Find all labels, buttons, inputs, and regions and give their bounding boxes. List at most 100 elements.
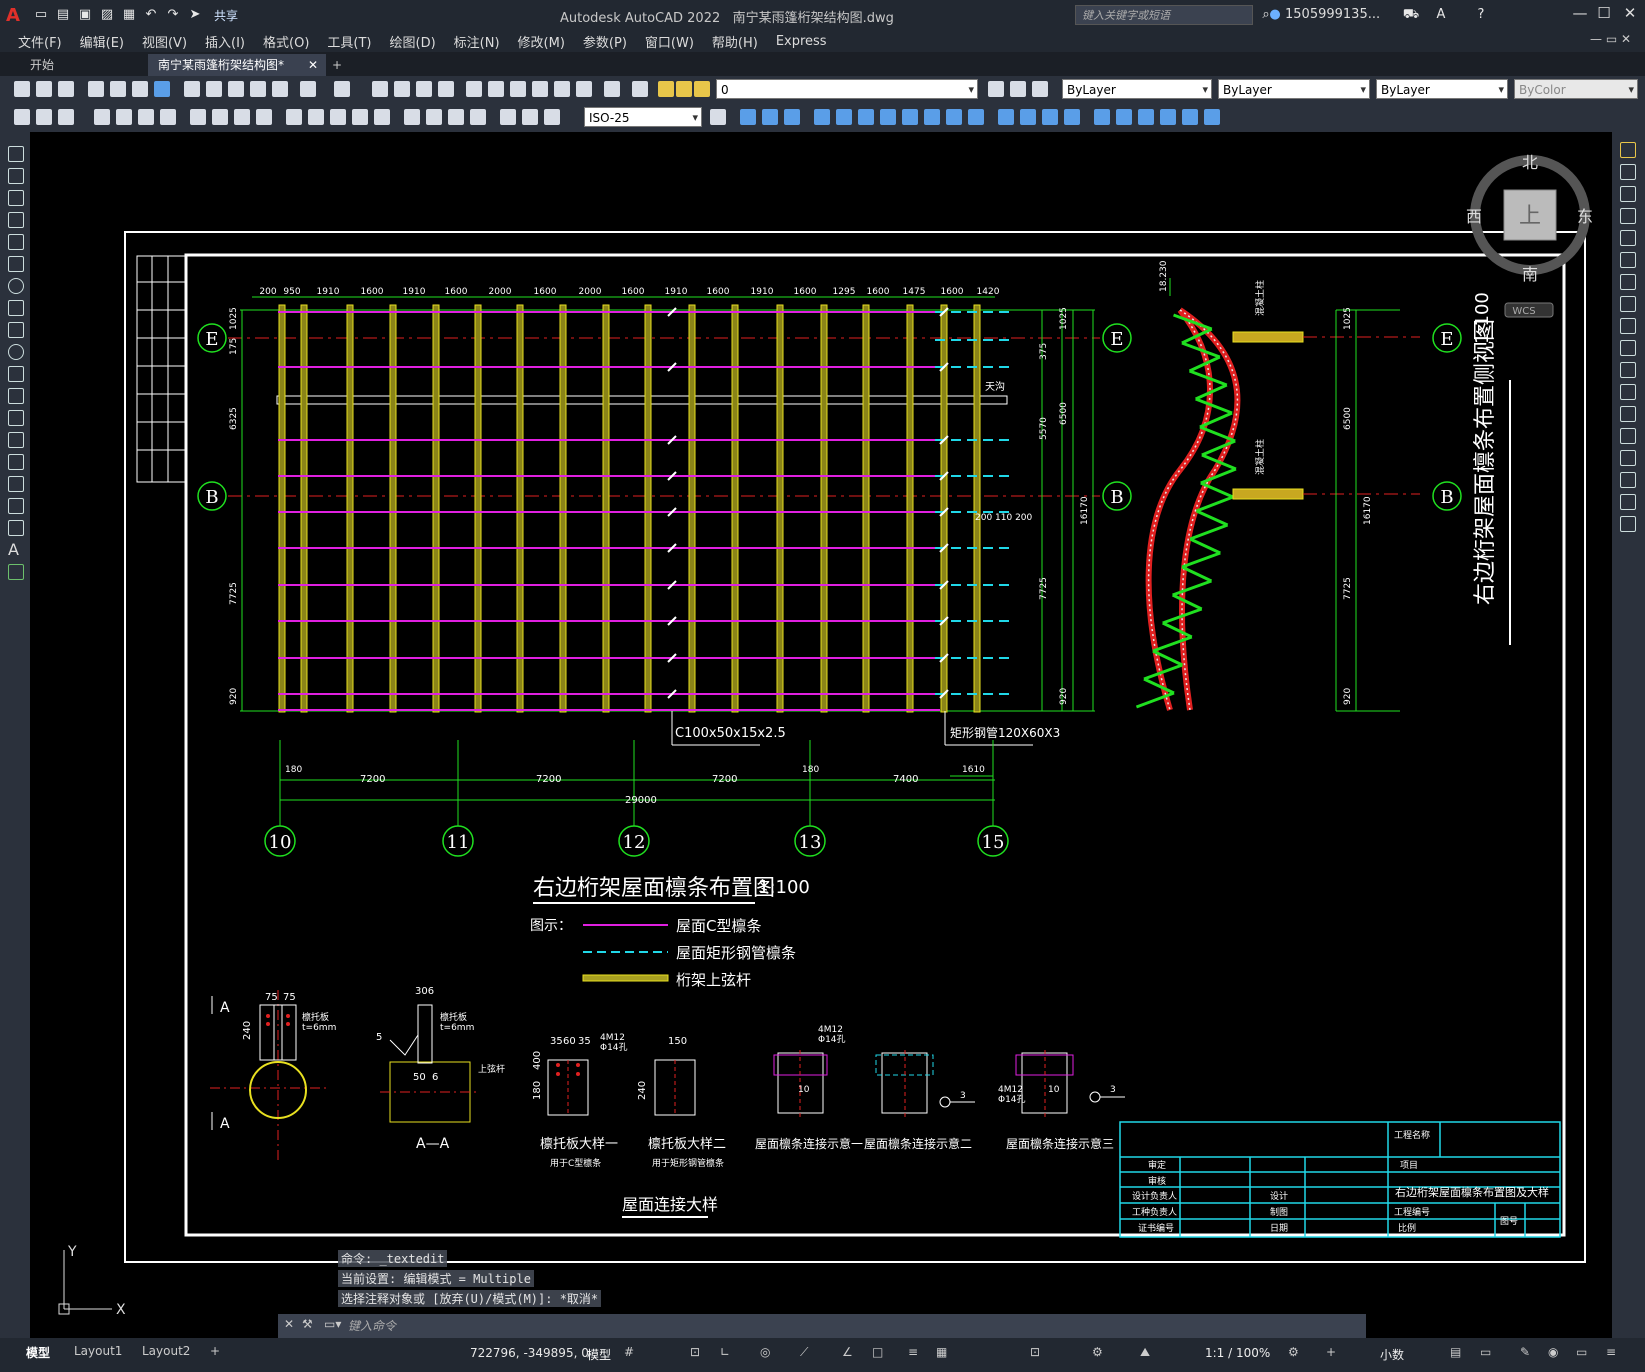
dim-space-icon[interactable] [352, 109, 368, 125]
tab-model[interactable]: 模型 [26, 1344, 50, 1361]
lengthen-icon[interactable] [1204, 109, 1220, 125]
explode-icon[interactable] [1620, 516, 1636, 532]
trim-icon[interactable] [1620, 340, 1636, 356]
center-mark-icon[interactable] [426, 109, 442, 125]
object-snap-track-icon[interactable]: ∠ [842, 1345, 853, 1359]
publish-icon[interactable] [132, 81, 148, 97]
break-icon[interactable] [998, 109, 1014, 125]
stretch-icon[interactable] [924, 109, 940, 125]
copy-icon[interactable] [1620, 164, 1636, 180]
sun-icon[interactable] [676, 81, 692, 97]
viewcube-south[interactable]: 南 [1522, 265, 1538, 284]
zoom-previous-icon[interactable] [438, 81, 454, 97]
rectangle-icon[interactable] [8, 234, 24, 250]
gradient-icon[interactable] [8, 476, 24, 492]
menu-view[interactable]: 视图(V) [142, 32, 187, 51]
hatch-icon[interactable] [8, 454, 24, 470]
lock-icon[interactable] [694, 81, 710, 97]
menu-window[interactable]: 窗口(W) [645, 32, 694, 51]
menu-parametric[interactable]: 参数(P) [583, 32, 627, 51]
region-icon[interactable] [8, 498, 24, 514]
plotstyle-dropdown[interactable]: ByColor [1514, 79, 1638, 100]
insert-block-icon[interactable] [8, 388, 24, 404]
quick-properties-icon[interactable]: ▤ [1450, 1345, 1461, 1359]
plot-icon[interactable] [88, 81, 104, 97]
tool-palettes-icon[interactable] [510, 81, 526, 97]
trim-icon[interactable] [946, 109, 962, 125]
dim-edit-icon[interactable] [500, 109, 516, 125]
table-icon[interactable] [8, 520, 24, 536]
close-command-icon[interactable]: ✕ [284, 1317, 294, 1331]
match-properties-icon[interactable] [250, 81, 266, 97]
plus-icon[interactable]: + [1326, 1345, 1336, 1359]
zoom-realtime-icon[interactable] [394, 81, 410, 97]
erase-icon[interactable] [1620, 142, 1636, 158]
maximize-button[interactable]: ☐ [1592, 4, 1616, 22]
break-point-icon[interactable] [1620, 384, 1636, 400]
jogged-dim-icon[interactable] [212, 109, 228, 125]
web-icon[interactable] [154, 81, 170, 97]
join-icon[interactable] [1020, 109, 1036, 125]
scale-icon[interactable] [1620, 296, 1636, 312]
cart-icon[interactable]: ⛟ [1402, 6, 1420, 24]
command-input[interactable]: 键入命令 [348, 1317, 396, 1334]
settings-icon[interactable]: ⚙ [1288, 1345, 1299, 1359]
object-snap-icon[interactable]: □ [872, 1345, 883, 1359]
linetype-dropdown[interactable]: ByLayer [1218, 79, 1370, 100]
revision-cloud-icon[interactable] [8, 300, 24, 316]
units-dropdown[interactable]: 小数 [1380, 1346, 1404, 1363]
save-icon[interactable]: ▣ [76, 6, 94, 24]
radius-dim-icon[interactable] [190, 109, 206, 125]
new-icon[interactable] [14, 81, 30, 97]
new-file-icon[interactable]: ▭ [32, 6, 50, 24]
markup-icon[interactable] [554, 81, 570, 97]
explode-icon[interactable] [1094, 109, 1110, 125]
grid-icon[interactable]: # [624, 1345, 634, 1359]
snap-icon[interactable]: ⊡ [690, 1345, 700, 1359]
open-icon[interactable] [36, 81, 52, 97]
pedit-icon[interactable] [1116, 109, 1132, 125]
recent-commands-icon[interactable]: ▭▾ [324, 1317, 341, 1331]
viewcube-west[interactable]: 西 [1466, 207, 1482, 226]
join-icon[interactable] [1620, 428, 1636, 444]
jogged-linear-icon[interactable] [470, 109, 486, 125]
extend-icon[interactable] [1620, 362, 1636, 378]
user-icon[interactable]: ● [1266, 6, 1284, 24]
user-account[interactable]: 1505999135... [1285, 7, 1380, 22]
chamfer-icon[interactable] [1620, 450, 1636, 466]
array-icon[interactable] [1620, 230, 1636, 246]
circle-icon[interactable] [8, 278, 24, 294]
paste-icon[interactable] [228, 81, 244, 97]
make-block-icon[interactable] [8, 410, 24, 426]
share-icon[interactable]: ➤ [186, 6, 204, 24]
offset-icon[interactable] [814, 109, 830, 125]
inspect-icon[interactable] [448, 109, 464, 125]
menu-dimension[interactable]: 标注(N) [454, 32, 500, 51]
ordinate-dim-icon[interactable] [160, 109, 176, 125]
scale-icon[interactable] [902, 109, 918, 125]
close-tab-icon[interactable]: ✕ [308, 54, 318, 76]
make-current-icon[interactable] [988, 81, 1004, 97]
lightbulb-icon[interactable] [658, 81, 674, 97]
move-icon[interactable] [858, 109, 874, 125]
rotate-icon[interactable] [880, 109, 896, 125]
continue-dim-icon[interactable] [330, 109, 346, 125]
align-icon[interactable] [1182, 109, 1198, 125]
open-file-icon[interactable]: ▤ [54, 6, 72, 24]
customization-icon[interactable]: ≡ [1606, 1345, 1616, 1359]
tab-drawing[interactable]: 南宁某雨篷桁架结构图* ✕ [148, 54, 326, 76]
fillet-icon[interactable] [1064, 109, 1080, 125]
dimstyle-dropdown[interactable]: ISO-25 [584, 107, 702, 128]
isolate-icon[interactable]: ✎ [1520, 1345, 1530, 1359]
layer-previous-icon[interactable] [1010, 81, 1026, 97]
construction-line-icon[interactable] [8, 168, 24, 184]
search-input[interactable]: 键入关键字或短语 [1075, 5, 1253, 25]
app-menu-logo[interactable]: A [6, 5, 28, 26]
zoom-window-icon[interactable] [416, 81, 432, 97]
redo-icon[interactable]: ↷ [164, 6, 182, 24]
move-icon[interactable] [1620, 252, 1636, 268]
sheetset-icon[interactable] [532, 81, 548, 97]
line-icon[interactable] [8, 146, 24, 162]
lineweight-icon[interactable]: ≡ [908, 1345, 918, 1359]
lineweight-dropdown[interactable]: ByLayer [1376, 79, 1508, 100]
